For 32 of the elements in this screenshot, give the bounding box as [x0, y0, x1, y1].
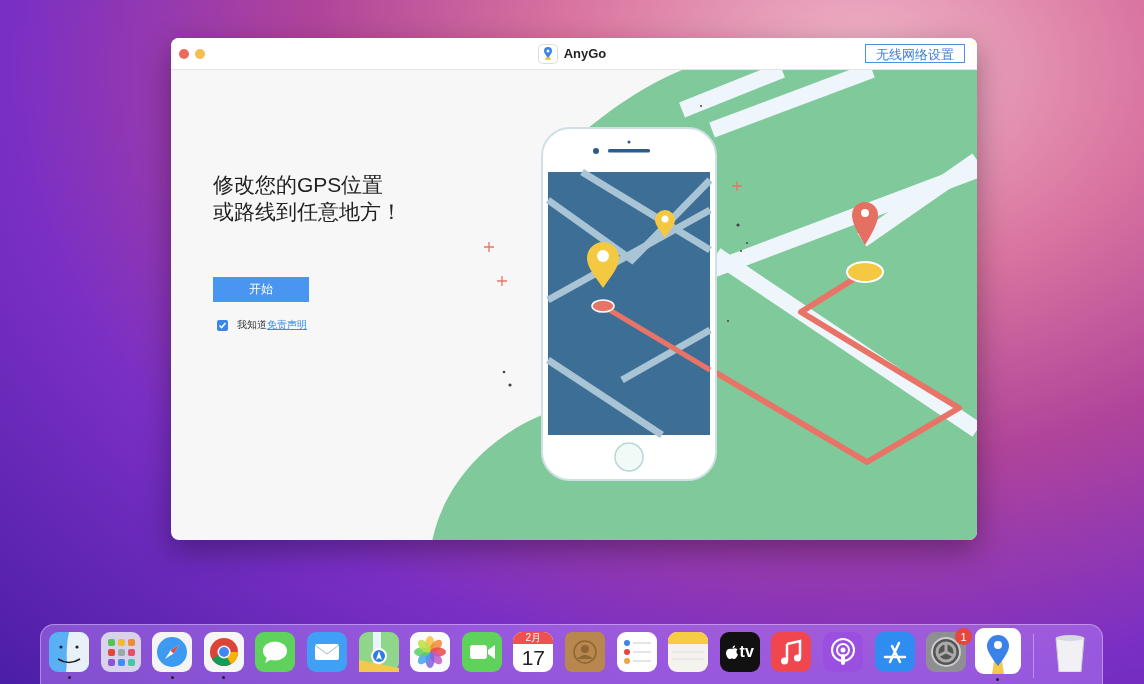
compass-icon[interactable] [152, 632, 193, 673]
music-note-icon[interactable] [771, 632, 812, 673]
window-title: AnyGo [563, 46, 607, 61]
calendar-icon[interactable]: 2月 17 [513, 632, 554, 673]
browser-ring-icon[interactable] [203, 632, 244, 673]
gear-icon[interactable] [926, 632, 967, 673]
tv-label: tv [739, 643, 754, 662]
map-pin-icon [537, 43, 558, 64]
video-camera-icon[interactable] [461, 632, 502, 673]
notification-badge: 1 [955, 628, 973, 646]
notepad-icon[interactable] [668, 632, 709, 673]
map-pin-icon[interactable] [974, 628, 1021, 675]
apple-logo-icon [725, 644, 739, 660]
face-icon[interactable] [49, 632, 89, 673]
app-grid-icon[interactable] [100, 632, 141, 673]
flower-icon[interactable] [410, 632, 451, 673]
disclaimer-link[interactable]: 免责声明 [267, 319, 307, 330]
podcast-icon[interactable] [822, 632, 863, 673]
day-label: 17 [521, 645, 545, 672]
envelope-icon[interactable] [306, 632, 347, 673]
month-label: 2月 [513, 632, 554, 645]
tv-app-icon[interactable]: tv [719, 632, 760, 673]
close-button[interactable] [179, 48, 189, 59]
agreement-text: 我知道免责声明 [237, 318, 307, 332]
speech-bubble-icon[interactable] [255, 632, 296, 673]
checkbox[interactable] [217, 319, 228, 331]
headline: 修改您的GPS位置 或路线到任意地方！ [213, 172, 403, 225]
start-button[interactable]: 开始 [213, 277, 309, 302]
map-icon[interactable] [358, 632, 399, 673]
wifi-settings-button[interactable]: 无线网络设置 [865, 44, 965, 63]
appstore-icon[interactable] [874, 632, 915, 673]
checklist-icon[interactable] [616, 632, 657, 673]
